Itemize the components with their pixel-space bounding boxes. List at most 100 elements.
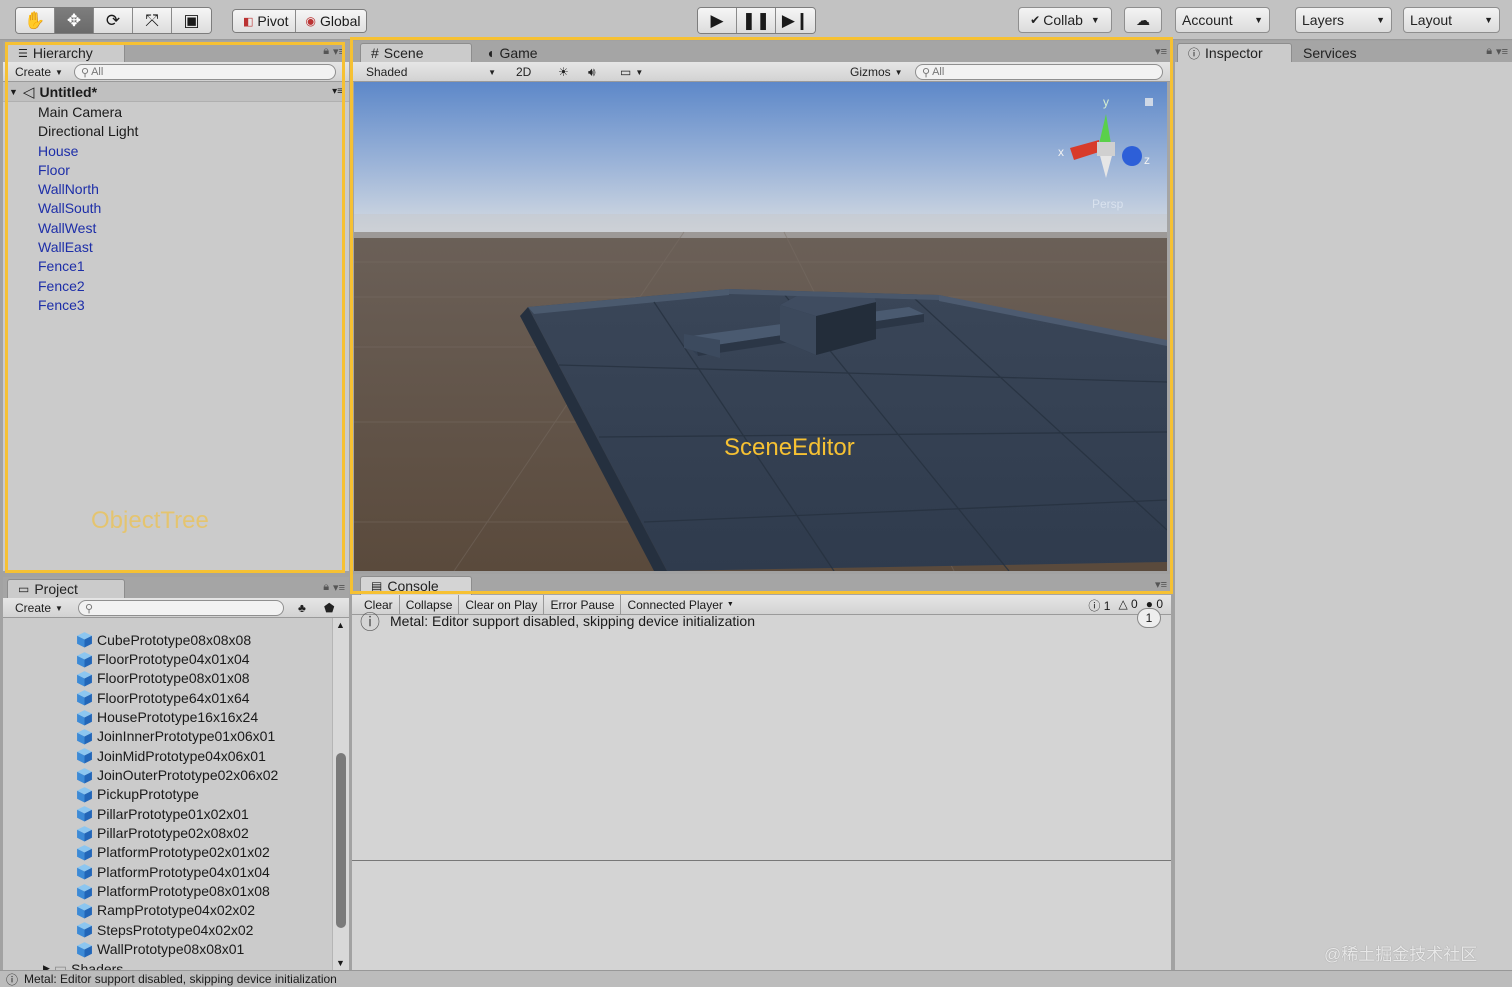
pause-button[interactable]: ❚❚ xyxy=(737,8,776,33)
play-button[interactable]: ▶ xyxy=(698,8,737,33)
hierarchy-item[interactable]: Floor xyxy=(3,161,349,180)
cloud-button[interactable]: ☁ xyxy=(1124,7,1162,33)
list-item-label: PlatformPrototype08x01x08 xyxy=(97,883,270,900)
move-tool-icon[interactable]: ✥ xyxy=(55,8,94,33)
filter-by-type-button[interactable]: ♣ xyxy=(292,600,312,616)
rect-tool-icon[interactable]: ▣ xyxy=(172,8,211,33)
layers-label: Layers xyxy=(1302,12,1345,28)
tab-game[interactable]: ◖ Game xyxy=(476,43,548,62)
rotate-tool-icon[interactable]: ⟳ xyxy=(94,8,133,33)
scale-tool-icon[interactable]: ⤧ xyxy=(133,8,172,33)
hierarchy-item[interactable]: Fence1 xyxy=(3,257,349,276)
scene-viewport[interactable]: y x z Persp xyxy=(354,82,1167,571)
prefab-cube-icon xyxy=(77,864,92,880)
global-button[interactable]: ◉ Global xyxy=(295,10,367,32)
layout-dropdown[interactable]: Layout ▼ xyxy=(1403,7,1500,33)
tab-hierarchy[interactable]: ☰ Hierarchy xyxy=(7,43,125,62)
list-item[interactable]: RampPrototype04x02x02 xyxy=(3,901,333,920)
list-item[interactable]: CubePrototype08x08x08 xyxy=(3,630,333,649)
list-item[interactable]: StepsPrototype04x02x02 xyxy=(3,920,333,939)
project-search-input[interactable]: ⚲ xyxy=(78,600,284,616)
pivot-button[interactable]: ◧ Pivot xyxy=(233,10,296,32)
list-item-label: JoinOuterPrototype02x06x02 xyxy=(97,767,279,784)
account-dropdown[interactable]: Account ▼ xyxy=(1175,7,1270,33)
hierarchy-search-input[interactable]: ⚲ All xyxy=(74,64,336,80)
search-placeholder: All xyxy=(932,66,945,78)
list-item[interactable]: WallPrototype08x08x01 xyxy=(3,940,333,959)
scroll-up-icon[interactable]: ▲ xyxy=(336,620,345,630)
project-create-button[interactable]: Create ▼ xyxy=(9,600,69,616)
list-item[interactable]: FloorPrototype64x01x64 xyxy=(3,688,333,707)
prefab-cube-icon xyxy=(77,903,92,919)
list-item[interactable]: JoinOuterPrototype02x06x02 xyxy=(3,765,333,784)
hand-tool-icon[interactable]: ✋ xyxy=(16,8,55,33)
status-bar[interactable]: ⓘ Metal: Editor support disabled, skippi… xyxy=(0,970,1512,987)
list-item[interactable]: PillarPrototype01x02x01 xyxy=(3,804,333,823)
scene-panel: # Scene ◖ Game ▾≡ Shaded ▼ 2D ☀ 🔊︎ ▭ ▼ G… xyxy=(352,41,1171,571)
list-item[interactable]: PlatformPrototype04x01x04 xyxy=(3,862,333,881)
scene-search-input[interactable]: ⚲ All xyxy=(915,64,1163,80)
list-item[interactable]: FloorPrototype04x01x04 xyxy=(3,649,333,668)
cloud-icon: ☁ xyxy=(1136,11,1150,28)
step-button[interactable]: ▶❙ xyxy=(776,8,815,33)
shading-mode-dropdown[interactable]: Shaded ▼ xyxy=(360,64,502,80)
tab-project[interactable]: ▭ Project xyxy=(7,579,125,598)
hierarchy-item[interactable]: WallSouth xyxy=(3,199,349,218)
list-item[interactable]: PillarPrototype02x08x02 xyxy=(3,823,333,842)
panel-menu[interactable]: 🔒︎ ▾≡ xyxy=(1486,45,1508,58)
console-log-entry[interactable]: ⓘ Metal: Editor support disabled, skippi… xyxy=(360,606,755,635)
2d-toggle[interactable]: 2D xyxy=(510,64,537,80)
tab-services[interactable]: Services xyxy=(1293,43,1367,62)
hierarchy-create-button[interactable]: Create ▼ xyxy=(9,64,69,80)
scene-root[interactable]: ▼ ◁ Untitled* ▾≡ xyxy=(3,82,349,102)
collab-button[interactable]: ✔ Collab ▼ xyxy=(1018,7,1112,33)
panel-menu[interactable]: ▾≡ xyxy=(1155,45,1167,58)
tab-inspector-label: Inspector xyxy=(1205,45,1263,61)
create-label: Create xyxy=(15,601,52,615)
layers-dropdown[interactable]: Layers ▼ xyxy=(1295,7,1392,33)
list-item[interactable]: HousePrototype16x16x24 xyxy=(3,707,333,726)
hierarchy-item[interactable]: WallEast xyxy=(3,238,349,257)
tab-console[interactable]: ▤ Console xyxy=(360,576,472,595)
panel-menu[interactable]: 🔒︎ ▾≡ xyxy=(323,581,345,594)
warning-icon: △ xyxy=(1118,597,1128,611)
list-item[interactable]: JoinMidPrototype04x06x01 xyxy=(3,746,333,765)
gizmos-dropdown[interactable]: Gizmos ▼ xyxy=(844,64,909,80)
list-item[interactable]: PlatformPrototype08x01x08 xyxy=(3,881,333,900)
list-item[interactable]: JoinInnerPrototype01x06x01 xyxy=(3,727,333,746)
hierarchy-item[interactable]: WallNorth xyxy=(3,180,349,199)
tab-scene[interactable]: # Scene xyxy=(360,43,472,62)
scroll-down-icon[interactable]: ▼ xyxy=(336,958,345,968)
list-item-label: FloorPrototype04x01x04 xyxy=(97,651,250,668)
persp-label[interactable]: Persp xyxy=(1092,197,1124,211)
scrollbar-thumb[interactable] xyxy=(336,753,346,928)
sun-icon: ☀ xyxy=(558,65,569,79)
hierarchy-item[interactable]: Main Camera xyxy=(3,103,349,122)
warning-count-toggle[interactable]: △ 0 xyxy=(1118,597,1137,614)
folder-item[interactable]: ▶ ▭ Shaders xyxy=(3,959,333,970)
hierarchy-item[interactable]: Fence2 xyxy=(3,277,349,296)
list-item[interactable]: FloorPrototype08x01x08 xyxy=(3,669,333,688)
panel-menu[interactable]: ▾≡ xyxy=(1155,578,1167,591)
hierarchy-item[interactable]: House xyxy=(3,142,349,161)
hierarchy-item[interactable]: Directional Light xyxy=(3,122,349,141)
error-count: 0 xyxy=(1156,597,1163,611)
lock-icon[interactable] xyxy=(1145,98,1153,106)
effects-dropdown[interactable]: ▭ ▼ xyxy=(614,64,649,80)
filter-by-label-button[interactable]: ⬟ xyxy=(318,600,340,616)
console-splitter[interactable] xyxy=(352,860,1171,861)
scene-menu-icon[interactable]: ▾≡ xyxy=(332,86,343,97)
info-count-toggle[interactable]: ⓘ 1 xyxy=(1088,597,1110,614)
project-scrollbar[interactable]: ▲ ▼ xyxy=(332,618,349,970)
hierarchy-item[interactable]: WallWest xyxy=(3,219,349,238)
list-item[interactable]: PlatformPrototype02x01x02 xyxy=(3,843,333,862)
chevron-down-icon: ▼ xyxy=(1484,15,1493,25)
list-item-label: PlatformPrototype02x01x02 xyxy=(97,844,270,861)
list-item[interactable]: PickupPrototype xyxy=(3,785,333,804)
audio-toggle[interactable]: 🔊︎ xyxy=(582,64,602,80)
lighting-toggle[interactable]: ☀ xyxy=(552,64,575,80)
status-message: Metal: Editor support disabled, skipping… xyxy=(24,972,337,986)
tab-inspector[interactable]: ⓘ Inspector xyxy=(1177,43,1292,62)
panel-menu[interactable]: 🔒︎ ▾≡ xyxy=(323,45,345,58)
hierarchy-item[interactable]: Fence3 xyxy=(3,296,349,315)
